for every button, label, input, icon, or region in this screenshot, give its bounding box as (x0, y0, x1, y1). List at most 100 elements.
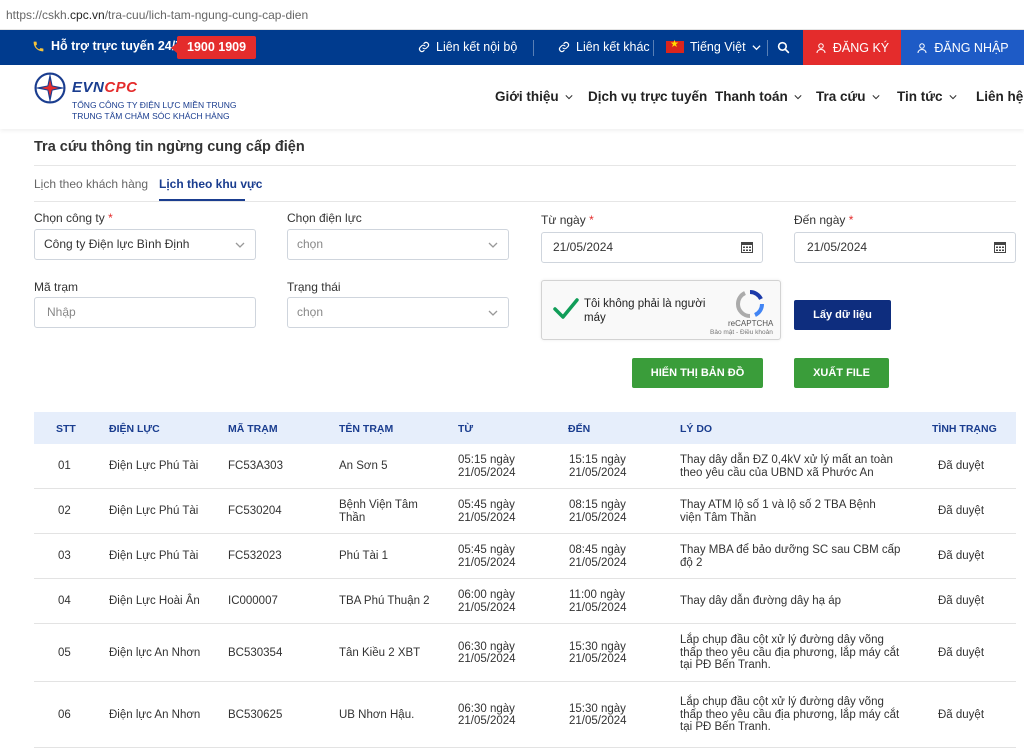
cell-stt: 03 (58, 550, 71, 563)
hotline-badge[interactable]: 1900 1909 (170, 36, 257, 59)
tab-lich-theo-khach-hang[interactable]: Lịch theo khách hàng (34, 177, 148, 191)
external-link[interactable]: Liên kết khác (558, 40, 650, 54)
fetch-data-button[interactable]: Lấy dữ liệu (794, 300, 891, 330)
cell-den-line: 15:30 ngày (569, 702, 626, 715)
cell-ten-tram-line: UB Nhơn Hậu. (339, 708, 415, 721)
station-code-input[interactable]: Nhập (34, 297, 256, 328)
chevron-down-icon (235, 242, 245, 248)
to-date-label: Đến ngày * (794, 213, 854, 227)
cell-ly-do-line: tại PĐ Bến Tranh. (680, 721, 771, 734)
nav-tin-tuc[interactable]: Tin tức (897, 89, 957, 104)
link-icon (558, 41, 570, 53)
cell-ma-tram-line: BC530625 (228, 708, 283, 721)
cell-tu-line: 06:30 ngày (458, 702, 515, 715)
nav-lien-he[interactable]: Liên hệ (976, 89, 1023, 104)
internal-link[interactable]: Liên kết nội bộ (418, 40, 517, 54)
to-date-input[interactable]: 21/05/2024 (794, 232, 1016, 263)
recaptcha-terms[interactable]: Bảo mật - Điều khoản (710, 329, 773, 336)
cell-ten-tram: Bệnh Viện Tâm Thần (339, 499, 418, 524)
cell-tu-line: 21/05/2024 (458, 653, 516, 665)
nav-tra-cuu[interactable]: Tra cứu (816, 89, 880, 104)
cell-tinh-trang-line: Đã duyệt (938, 708, 985, 721)
cell-ten-tram-line: Thần (339, 511, 366, 524)
user-icon (917, 42, 927, 53)
chevron-down-icon (565, 94, 573, 99)
search-button[interactable] (777, 41, 790, 54)
cell-tu-line: 21/05/2024 (458, 511, 516, 524)
cell-ma-tram: IC000007 (228, 595, 278, 608)
nav-gioi-thieu[interactable]: Giới thiệu (495, 89, 573, 104)
cell-tu: 06:30 ngày 21/05/2024 (458, 703, 516, 728)
link-icon (418, 41, 430, 53)
from-date-input[interactable]: 21/05/2024 (541, 232, 763, 263)
calendar-icon (741, 242, 753, 253)
login-button[interactable]: ĐĂNG NHẬP (901, 30, 1024, 65)
cell-den-line: 15:15 ngày (569, 454, 626, 466)
status-select[interactable]: chọn (287, 297, 509, 328)
cell-dien-luc-line: Điện lực An Nhơn (109, 646, 201, 659)
evn-logo-icon[interactable] (33, 71, 67, 105)
status-label: Trạng thái (287, 280, 341, 294)
cell-ly-do-line: Thay dây dẫn đường dây hạ áp (680, 595, 842, 608)
page-title: Tra cứu thông tin ngừng cung cấp điện (34, 139, 305, 155)
company-select[interactable]: Công ty Điện lực Bình Định (34, 229, 256, 260)
cell-ten-tram-line: An Sơn 5 (339, 460, 388, 473)
nav-thanh-toan[interactable]: Thanh toán (715, 89, 802, 104)
cell-ma-tram-line: FC530204 (228, 505, 282, 518)
table-row: 05 Điện lực An Nhơn BC530354 Tân Kiều 2 XBT… (34, 624, 1016, 682)
chevron-down-icon (488, 242, 498, 248)
divider (34, 201, 1016, 202)
logo-subtitle-center: TRUNG TÂM CHĂM SÓC KHÁCH HÀNG (72, 111, 230, 121)
cell-dien-luc-line: Điện Lực Phú Tài (109, 505, 199, 518)
cell-tu-line: 21/05/2024 (458, 466, 516, 479)
show-map-button[interactable]: HIỂN THỊ BẢN ĐỒ (632, 358, 763, 388)
export-file-button[interactable]: XUẤT FILE (794, 358, 889, 388)
power-unit-select[interactable]: chọn (287, 229, 509, 260)
nav-dich-vu-truc-tuyen[interactable]: Dịch vụ trực tuyến (588, 89, 707, 104)
cell-ma-tram-line: IC000007 (228, 595, 278, 608)
support-label: Hỗ trợ trực tuyến 24/7: (32, 39, 186, 53)
cell-ly-do-line: Lắp chụp đầu cột xử lý đường dây võng (680, 634, 884, 647)
col-den: ĐẾN (568, 423, 591, 435)
cell-ten-tram: UB Nhơn Hậu. (339, 709, 414, 722)
cell-ly-do-line: thấp theo yêu cầu địa phương, lắp máy cắ… (680, 646, 900, 659)
cell-stt: 06 (58, 709, 71, 722)
address-bar[interactable]: https://cskh.cpc.vn/tra-cuu/lich-tam-ngu… (0, 0, 1024, 30)
cell-stt: 05 (58, 647, 71, 660)
cell-tu-line: 05:45 ngày (458, 544, 515, 556)
cell-tu-line: 21/05/2024 (458, 715, 516, 727)
cell-stt-line: 04 (58, 595, 71, 608)
chevron-down-icon (752, 44, 761, 50)
cell-ten-tram-line: Phú Tài 1 (339, 550, 389, 563)
tab-lich-theo-khu-vuc[interactable]: Lịch theo khu vực (159, 177, 262, 191)
cell-ma-tram: FC532023 (228, 550, 282, 563)
recaptcha-logo-icon (735, 289, 765, 318)
chevron-down-icon (948, 94, 957, 99)
from-date-label: Từ ngày * (541, 213, 594, 227)
cell-ma-tram-line: FC532023 (228, 550, 282, 563)
cell-den-line: 11:00 ngày (569, 589, 626, 601)
cell-den-line: 21/05/2024 (569, 556, 627, 569)
cell-tu-line: 06:00 ngày (458, 589, 515, 601)
language-selector[interactable]: Tiếng Việt (666, 39, 761, 54)
cell-stt-line: 05 (58, 646, 71, 659)
cell-den: 15:15 ngày 21/05/2024 (569, 454, 627, 479)
cell-ly-do: Thay ATM lộ số 1 và lộ số 2 TBA Bệnh viện… (680, 499, 876, 524)
register-button[interactable]: ĐĂNG KÝ (803, 30, 901, 65)
cell-ly-do-line: Thay ATM lộ số 1 và lộ số 2 TBA Bệnh (680, 499, 876, 511)
cell-den: 15:30 ngày 21/05/2024 (569, 703, 627, 728)
cell-tinh-trang: Đã duyệt (938, 505, 984, 518)
cell-tinh-trang-line: Đã duyệt (938, 595, 985, 608)
checkmark-icon (553, 298, 579, 319)
cell-tu: 06:00 ngày 21/05/2024 (458, 589, 516, 614)
cell-tinh-trang-line: Đã duyệt (938, 550, 985, 563)
cell-den: 08:45 ngày 21/05/2024 (569, 544, 627, 569)
logo-text[interactable]: EVNCPC (72, 79, 138, 96)
cell-ly-do: Lắp chụp đầu cột xử lý đường dây võng thấ… (680, 634, 899, 672)
cell-tinh-trang: Đã duyệt (938, 709, 984, 722)
cell-ma-tram: BC530354 (228, 647, 282, 660)
cell-tu-line: 05:15 ngày (458, 454, 515, 466)
cell-tinh-trang: Đã duyệt (938, 550, 984, 563)
cell-tu: 05:15 ngày 21/05/2024 (458, 454, 516, 479)
recaptcha-widget[interactable]: Tôi không phải là người máy reCAPTCHA Bả… (541, 280, 781, 340)
